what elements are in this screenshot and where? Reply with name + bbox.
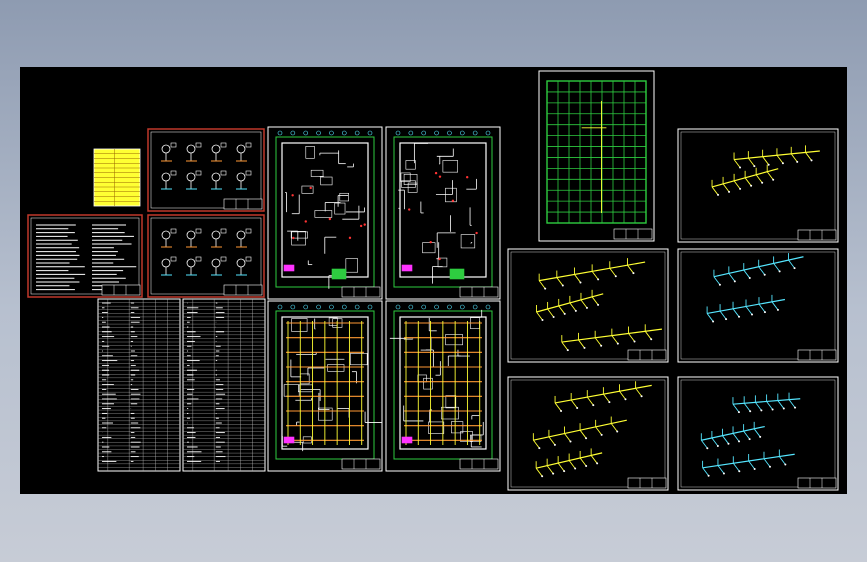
isometric-yellow-2[interactable] [507,376,669,491]
title-block [341,458,381,470]
title-block [223,198,263,210]
title-block [223,284,263,296]
title-block [797,349,837,361]
isometric-cyan-2[interactable] [677,376,839,491]
floor-plan-2[interactable] [385,126,501,300]
floor-plan-1[interactable] [267,126,383,300]
title-block [459,286,499,298]
piping-plan-2[interactable] [385,300,501,472]
equipment-table-1[interactable] [97,298,181,472]
title-block [613,228,653,240]
isometric-yellow-1[interactable] [507,248,669,363]
title-block [627,349,667,361]
cover-yellow-table[interactable] [93,148,141,207]
title-block [627,477,667,489]
piping-plan-1[interactable] [267,300,383,472]
details-sheet-1[interactable] [147,128,265,212]
cad-model-space[interactable] [20,67,847,494]
details-sheet-2[interactable] [147,214,265,298]
isometric-yellow-3[interactable] [677,128,839,243]
cad-drawing-canvas[interactable] [20,67,847,494]
equipment-table-2[interactable] [182,298,266,472]
title-block [797,229,837,241]
notes-sheet[interactable] [27,214,143,298]
grid-roof-plan[interactable] [538,70,655,242]
title-block [341,286,381,298]
isometric-cyan-1[interactable] [677,248,839,363]
title-block [459,458,499,470]
title-block [101,284,141,296]
title-block [797,477,837,489]
